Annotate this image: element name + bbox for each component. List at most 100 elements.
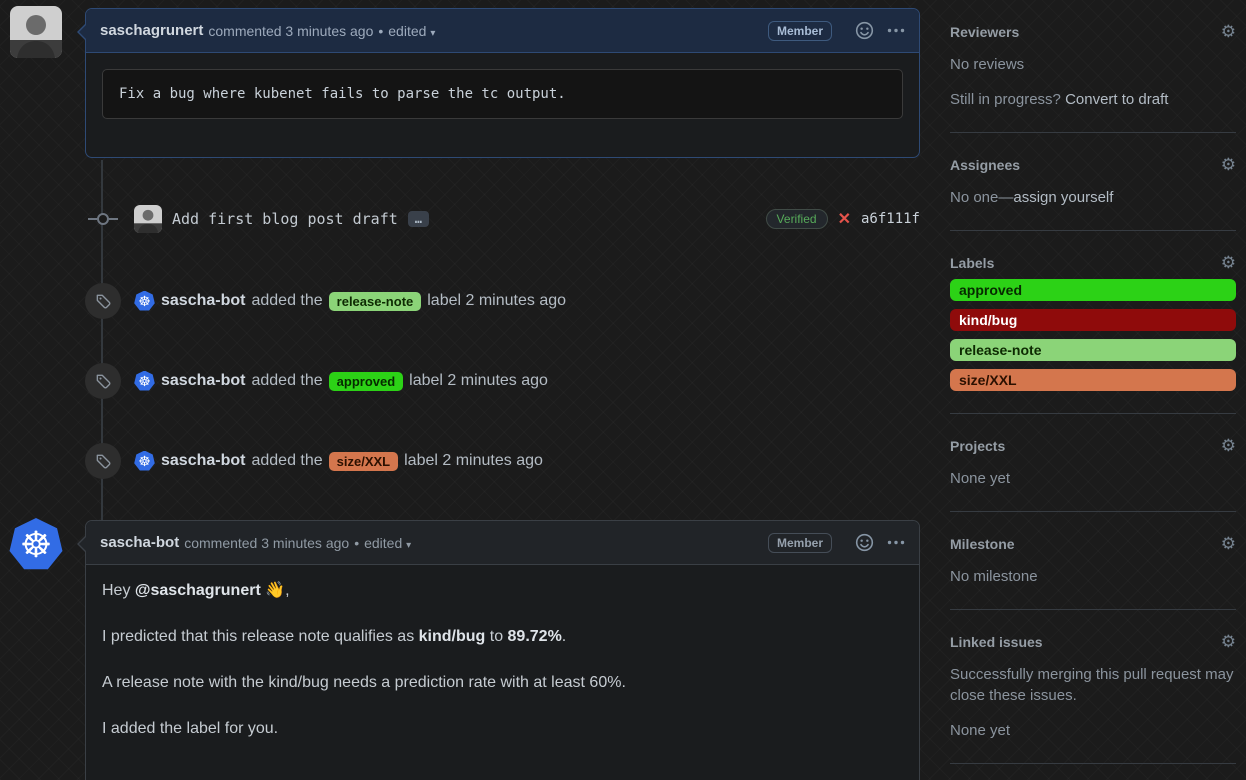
sidebar-section-assignees: Assignees ⚙ No one—assign yourself [950, 133, 1236, 231]
event-text: ☸ sascha-bot added the size/XXL label 2 … [134, 451, 543, 472]
commit-node-icon [85, 201, 121, 237]
linked-issues-description: Successfully merging this pull request m… [950, 664, 1236, 706]
commit-expand-button[interactable]: … [408, 211, 429, 227]
label-chip[interactable]: release-note [329, 292, 422, 311]
section-title: Projects [950, 438, 1005, 454]
member-badge: Member [768, 533, 832, 553]
event-text: ☸ sascha-bot added the release-note labe… [134, 291, 566, 312]
event-author-link[interactable]: sascha-bot [161, 292, 245, 310]
chevron-down-icon: ▾ [430, 28, 435, 39]
comment-header: sascha-bot commented 3 minutes ago • edi… [86, 521, 919, 565]
sidebar-section-linked-issues: Linked issues ⚙ Successfully merging thi… [950, 610, 1236, 764]
section-title: Assignees [950, 157, 1020, 173]
paragraph-greeting: Hey @saschagrunert 👋, [102, 581, 903, 601]
chevron-down-icon: ▾ [406, 540, 411, 551]
kubernetes-wheel-icon: ☸ [138, 373, 151, 390]
pr-conversation-page: saschagrunert commented 3 minutes ago • … [0, 0, 1246, 780]
avatar-saschagrunert[interactable] [10, 6, 62, 58]
empty-state: No reviews [950, 54, 1236, 75]
dot-separator: • [378, 23, 383, 39]
dot-separator: • [354, 535, 359, 551]
sascha-bot-avatar[interactable]: ☸ [134, 451, 155, 472]
convert-to-draft-link[interactable]: Convert to draft [1065, 91, 1168, 108]
edited-dropdown[interactable]: edited ▾ [388, 23, 435, 39]
event-suffix: label 2 minutes ago [409, 372, 548, 390]
sidebar: Reviewers ⚙ No reviews Still in progress… [950, 0, 1236, 764]
kubernetes-wheel-icon: ☸ [138, 293, 151, 310]
comment-header: saschagrunert commented 3 minutes ago • … [86, 9, 919, 53]
comment-body: Fix a bug where kubenet fails to parse t… [86, 53, 919, 135]
commit-event-row: Add first blog post draft … Verified ✕ a… [85, 202, 920, 236]
mention-link[interactable]: @saschagrunert [135, 582, 261, 599]
gear-icon[interactable]: ⚙ [1221, 633, 1236, 650]
kubernetes-wheel-icon: ☸ [138, 453, 151, 470]
sidebar-label-approved[interactable]: approved [950, 279, 1236, 301]
sidebar-section-milestone: Milestone ⚙ No milestone [950, 512, 1236, 610]
sidebar-label-size-xxl[interactable]: size/XXL [950, 369, 1236, 391]
section-title: Linked issues [950, 634, 1043, 650]
section-title: Reviewers [950, 24, 1019, 40]
comment-arrow [77, 535, 86, 553]
section-title: Milestone [950, 536, 1015, 552]
reviewers-hint: Still in progress? Convert to draft [950, 89, 1236, 110]
wave-emoji: 👋, [261, 582, 290, 599]
gear-icon[interactable]: ⚙ [1221, 254, 1236, 271]
commit-author-avatar[interactable] [134, 205, 162, 233]
tag-icon [85, 443, 121, 479]
event-author-link[interactable]: sascha-bot [161, 452, 245, 470]
sidebar-section-projects: Projects ⚙ None yet [950, 414, 1236, 512]
code-block: Fix a bug where kubenet fails to parse t… [102, 69, 903, 119]
label-event-row: ☸ sascha-bot added the release-note labe… [85, 281, 920, 321]
comment-author-link[interactable]: sascha-bot [100, 534, 179, 551]
assign-yourself-link[interactable]: assign yourself [1013, 189, 1113, 206]
empty-state: None yet [950, 468, 1236, 489]
empty-state: None yet [950, 720, 1236, 741]
sascha-bot-avatar[interactable]: ☸ [134, 291, 155, 312]
comment-saschagrunert: saschagrunert commented 3 minutes ago • … [85, 8, 920, 158]
comment-arrow [77, 23, 86, 41]
comment-author-link[interactable]: saschagrunert [100, 22, 203, 39]
label-chip[interactable]: approved [329, 372, 404, 391]
gear-icon[interactable]: ⚙ [1221, 535, 1236, 552]
event-action: added the [251, 372, 322, 390]
event-suffix: label 2 minutes ago [404, 452, 543, 470]
tag-icon [85, 283, 121, 319]
comment-body: Hey @saschagrunert 👋, I predicted that t… [86, 565, 919, 780]
sidebar-section-labels: Labels ⚙ approved kind/bug release-note … [950, 231, 1236, 414]
comment-meta: commented 3 minutes ago [208, 23, 373, 39]
status-failed-x-icon[interactable]: ✕ [838, 209, 851, 229]
sascha-bot-avatar[interactable]: ☸ [134, 371, 155, 392]
empty-state: No one—assign yourself [950, 187, 1236, 208]
smiley-reaction-icon[interactable] [855, 533, 874, 552]
gear-icon[interactable]: ⚙ [1221, 437, 1236, 454]
commit-message-link[interactable]: Add first blog post draft [172, 210, 398, 228]
paragraph-rule: A release note with the kind/bug needs a… [102, 673, 903, 693]
gear-icon[interactable]: ⚙ [1221, 156, 1236, 173]
paragraph-prediction: I predicted that this release note quali… [102, 627, 903, 647]
event-author-link[interactable]: sascha-bot [161, 372, 245, 390]
avatar-sascha-bot[interactable]: ☸ [9, 518, 63, 572]
gear-icon[interactable]: ⚙ [1221, 23, 1236, 40]
person-photo-icon [10, 6, 62, 58]
event-suffix: label 2 minutes ago [427, 292, 566, 310]
kubernetes-wheel-icon: ☸ [20, 527, 52, 563]
sidebar-label-kind-bug[interactable]: kind/bug [950, 309, 1236, 331]
edited-dropdown[interactable]: edited ▾ [364, 535, 411, 551]
event-action: added the [251, 292, 322, 310]
commit-status-group: Verified ✕ a6f111f [766, 209, 920, 229]
section-title: Labels [950, 255, 994, 271]
event-action: added the [251, 452, 322, 470]
empty-state: No milestone [950, 566, 1236, 587]
verified-badge[interactable]: Verified [766, 209, 828, 229]
commit-hash-link[interactable]: a6f111f [861, 211, 920, 227]
label-chip[interactable]: size/XXL [329, 452, 398, 471]
smiley-reaction-icon[interactable] [855, 21, 874, 40]
kebab-menu-icon[interactable] [887, 28, 905, 33]
label-event-row: ☸ sascha-bot added the approved label 2 … [85, 361, 920, 401]
sidebar-section-reviewers: Reviewers ⚙ No reviews Still in progress… [950, 0, 1236, 133]
kebab-menu-icon[interactable] [887, 540, 905, 545]
comment-sascha-bot: sascha-bot commented 3 minutes ago • edi… [85, 520, 920, 780]
sidebar-label-release-note[interactable]: release-note [950, 339, 1236, 361]
person-photo-icon [134, 205, 162, 233]
label-event-row: ☸ sascha-bot added the size/XXL label 2 … [85, 441, 920, 481]
